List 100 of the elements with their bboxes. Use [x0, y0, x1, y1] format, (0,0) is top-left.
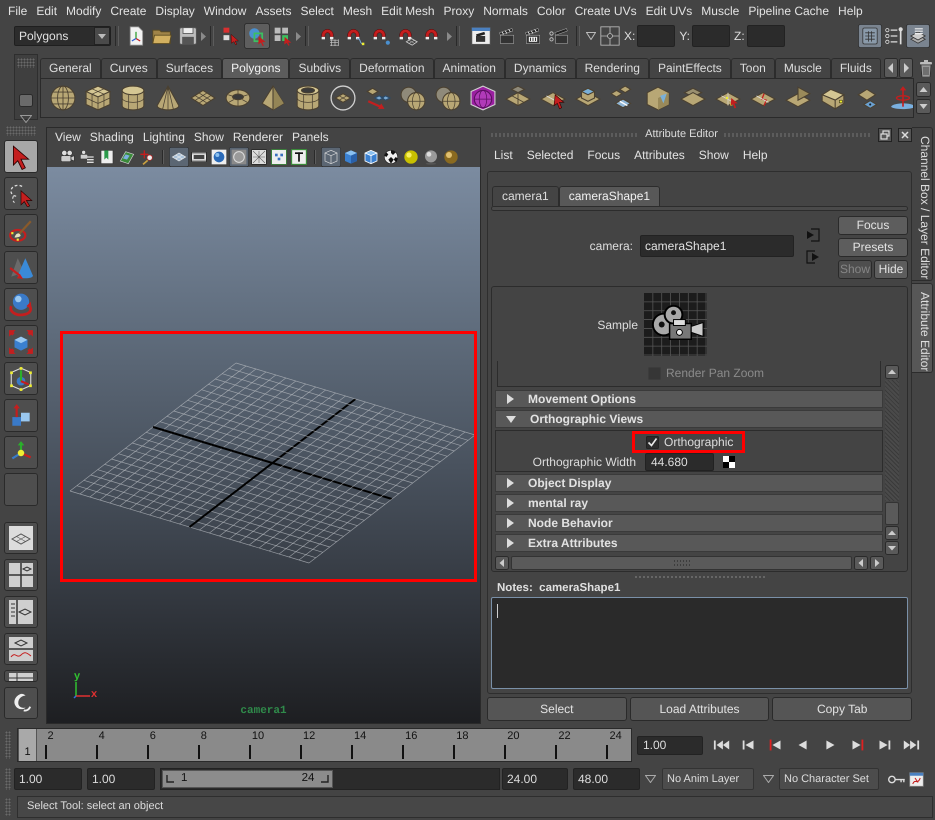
camera-icon[interactable]	[59, 149, 75, 165]
scroll-thumb[interactable]	[511, 556, 852, 570]
input-connection-icon[interactable]	[806, 228, 820, 242]
crosshair-icon[interactable]	[600, 26, 620, 46]
scroll-down-icon[interactable]	[884, 541, 898, 555]
panel-menu-item[interactable]: Lighting	[142, 130, 185, 145]
sphere-pair-icon[interactable]	[400, 85, 426, 111]
menu-item[interactable]: Mesh	[342, 4, 372, 18]
editor-button[interactable]: Focus	[838, 216, 908, 235]
layout-button[interactable]	[4, 559, 38, 591]
logo-button[interactable]	[4, 687, 38, 719]
panel-menu-item[interactable]: Shading	[90, 130, 134, 145]
grip-icon[interactable]	[5, 798, 11, 816]
wire-cube-icon[interactable]	[321, 147, 341, 167]
wire-shaded-cube-icon[interactable]	[363, 149, 379, 165]
editor-button[interactable]: Copy Tab	[772, 697, 912, 721]
magnet-point-icon[interactable]	[372, 26, 392, 46]
panel-menu-item[interactable]: Selected	[526, 148, 574, 162]
grip-icon[interactable]	[5, 768, 11, 790]
menu-item[interactable]: Color	[536, 4, 566, 18]
menu-item[interactable]: Window	[204, 4, 246, 18]
glowing-ball-icon[interactable]	[403, 149, 419, 165]
coordinate-field[interactable]	[637, 25, 676, 47]
menu-item[interactable]: Edit Mesh	[381, 4, 435, 18]
tiles-arrow-icon[interactable]	[365, 85, 391, 111]
cube-icon[interactable]	[85, 85, 111, 111]
key-icon[interactable]	[887, 774, 906, 784]
playback-end-field[interactable]: 24.00	[502, 768, 568, 790]
section-header[interactable]: mental ray	[495, 494, 883, 512]
panel-menu-item[interactable]: Renderer	[232, 130, 283, 145]
scroll-left-icon[interactable]	[495, 556, 509, 570]
tool-button[interactable]	[4, 177, 38, 210]
scroll-left-icon[interactable]	[884, 58, 898, 78]
layout-button[interactable]	[4, 596, 38, 628]
object-select-icon[interactable]	[244, 23, 270, 49]
magnet-curve-icon[interactable]	[346, 26, 366, 46]
ring-tile-icon[interactable]	[330, 85, 356, 111]
component-select-icon[interactable]	[273, 26, 293, 46]
anim-layer-field[interactable]: No Anim Layer	[662, 768, 754, 790]
menu-item[interactable]: Pipeline Cache	[748, 4, 830, 18]
close-icon[interactable]	[898, 128, 912, 142]
shelf-tab[interactable]: Surfaces	[156, 58, 222, 78]
panel-menu-item[interactable]: Attributes	[634, 148, 685, 162]
scroll-up-icon[interactable]	[916, 82, 930, 97]
character-set-icon[interactable]	[909, 772, 924, 786]
clapperboard-icon[interactable]	[497, 26, 517, 46]
layout-button[interactable]	[4, 633, 38, 665]
pyramid-icon[interactable]	[260, 85, 286, 111]
scroll-thumb[interactable]	[884, 502, 898, 525]
image-plane-icon[interactable]	[119, 149, 135, 165]
hierarchy-select-icon[interactable]	[221, 26, 241, 46]
scroll-up-icon[interactable]	[884, 365, 898, 379]
float-window-icon[interactable]	[878, 128, 892, 142]
tool-button[interactable]	[4, 325, 38, 358]
caret-icon[interactable]	[94, 27, 110, 45]
box-icon[interactable]	[645, 85, 671, 111]
time-slider-track[interactable]: 2 4 6 8 10 12 14 16 18 20 22 24 1	[17, 728, 632, 762]
layout-button[interactable]	[4, 522, 38, 554]
range-slider-track[interactable]: 1 24	[160, 768, 500, 790]
sphere-icon[interactable]	[50, 85, 76, 111]
letter-tile-icon[interactable]	[291, 149, 307, 165]
tab-toggle-icon[interactable]	[19, 94, 33, 107]
bookmark-icon[interactable]	[99, 149, 115, 165]
menu-item[interactable]: File	[8, 4, 28, 18]
number-field[interactable]: 44.680	[645, 453, 714, 471]
menu-item[interactable]: Normals	[483, 4, 528, 18]
shelf-tab[interactable]: Animation	[434, 58, 505, 78]
tool-button[interactable]	[4, 399, 38, 432]
tool-button[interactable]	[4, 436, 38, 469]
magnet-grid-icon[interactable]	[320, 26, 340, 46]
section-header[interactable]: Movement Options	[495, 390, 883, 408]
shelf-tab[interactable]: Polygons	[222, 58, 290, 78]
pivot-icon[interactable]	[890, 85, 913, 111]
current-time-field[interactable]: 1.00	[637, 736, 703, 754]
panel-menu-item[interactable]: Show	[194, 130, 224, 145]
menu-item[interactable]: Help	[838, 4, 863, 18]
magnet-plane-icon[interactable]	[398, 26, 418, 46]
ring-icon[interactable]	[229, 147, 249, 167]
node-tab[interactable]: cameraShape1	[558, 186, 660, 206]
layout-button[interactable]	[4, 670, 38, 682]
shelf-tab[interactable]: General	[40, 58, 101, 78]
tool-button[interactable]	[4, 362, 38, 395]
shelf-tab[interactable]: Muscle	[774, 58, 831, 78]
range-slider-bar[interactable]: 1 24	[162, 770, 334, 788]
film-strip-icon[interactable]	[191, 149, 207, 165]
panel-menu-item[interactable]: View	[55, 130, 81, 145]
clapperboard-label-icon[interactable]	[523, 26, 543, 46]
scroll-left-icon[interactable]	[854, 556, 868, 570]
shelf-tab[interactable]: Dynamics	[504, 58, 576, 78]
scroll-right-icon[interactable]	[898, 58, 913, 78]
shelf-tab[interactable]: Curves	[100, 58, 157, 78]
editor-button[interactable]: Select	[487, 697, 627, 721]
coordinate-field[interactable]	[746, 25, 785, 47]
move-magnifier-icon[interactable]	[139, 149, 155, 165]
section-header[interactable]: Orthographic Views	[495, 410, 883, 428]
collapse-arrow-icon[interactable]	[201, 32, 206, 40]
skip-to-end-icon[interactable]	[902, 738, 920, 752]
attribute-grid-icon[interactable]	[858, 24, 882, 48]
scroll-down-icon[interactable]	[916, 99, 930, 114]
side-tab[interactable]: Attribute Editor	[912, 283, 933, 373]
